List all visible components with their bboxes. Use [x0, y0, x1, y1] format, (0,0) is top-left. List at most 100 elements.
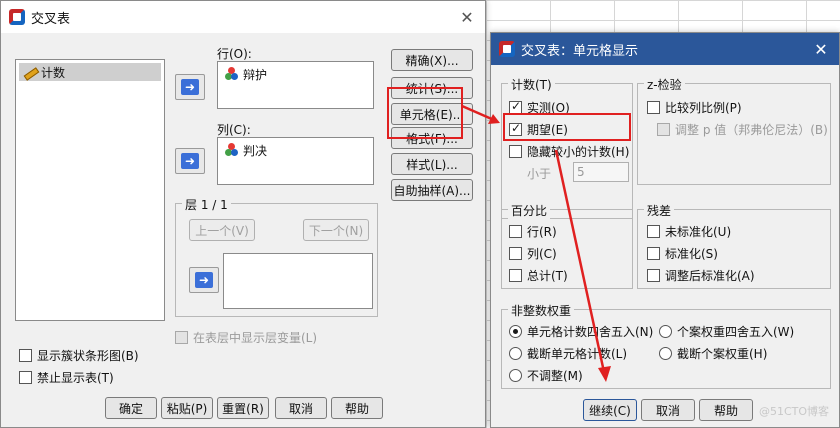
residuals-title: 残差	[644, 202, 675, 219]
expected-highlight	[503, 113, 631, 141]
column-variable-list[interactable]: 判决	[217, 137, 374, 185]
unstandardized-option[interactable]: 未标准化(U)	[647, 223, 731, 240]
suppress-tables-checkbox[interactable]	[19, 371, 32, 384]
cell-display-titlebar: 交叉表：单元格显示 ✕	[491, 33, 839, 65]
suppress-tables-option[interactable]: 禁止显示表(T)	[19, 369, 114, 386]
spss-app-icon	[499, 41, 515, 57]
source-variable-list[interactable]: 计数	[15, 59, 165, 321]
cell-display-dialog: 交叉表：单元格显示 ✕ 计数(T) 实测(O) 期望(E) 隐藏较小的计数(H)…	[490, 32, 840, 428]
move-to-row-button[interactable]: ➜	[175, 74, 205, 100]
round-cell-label: 单元格计数四舍五入(N)	[527, 325, 654, 339]
style-button[interactable]: 样式(L)...	[391, 153, 473, 175]
noninteger-weights-title: 非整数权重	[508, 302, 575, 319]
show-layer-vars-label: 在表层中显示层变量(L)	[193, 331, 318, 345]
row-variable-item[interactable]: 辩护	[221, 65, 370, 83]
truncate-cell-option[interactable]: 截断单元格计数(L)	[509, 345, 627, 362]
close-icon[interactable]: ✕	[811, 39, 831, 59]
less-than-input[interactable]: 5	[573, 162, 629, 182]
close-icon[interactable]: ✕	[457, 7, 477, 27]
adjusted-standardized-option[interactable]: 调整后标准化(A)	[647, 267, 755, 284]
row-percent-checkbox[interactable]	[509, 225, 522, 238]
percentages-title: 百分比	[508, 202, 551, 219]
cell-help-button[interactable]: 帮助	[699, 399, 753, 421]
exact-button[interactable]: 精确(X)...	[391, 49, 473, 71]
row-variable-list[interactable]: 辩护	[217, 61, 374, 109]
truncate-cell-radio[interactable]	[509, 347, 522, 360]
z-test-title: z-检验	[644, 76, 685, 93]
nominal-variable-icon	[225, 143, 239, 157]
cancel-button[interactable]: 取消	[275, 397, 327, 419]
column-percent-checkbox[interactable]	[509, 247, 522, 260]
continue-button[interactable]: 继续(C)	[583, 399, 637, 421]
truncate-case-radio[interactable]	[659, 347, 672, 360]
adjusted-standardized-checkbox[interactable]	[647, 269, 660, 282]
cell-dialog-title: 交叉表：单元格显示	[521, 43, 639, 59]
row-percent-label: 行(R)	[527, 225, 557, 239]
compare-columns-label: 比较列比例(P)	[665, 101, 742, 115]
column-variable-label: 判决	[243, 143, 268, 158]
no-adjust-option[interactable]: 不调整(M)	[509, 367, 583, 384]
unstandardized-checkbox[interactable]	[647, 225, 660, 238]
paste-button[interactable]: 粘贴(P)	[161, 397, 213, 419]
right-arrow-icon: ➜	[181, 79, 199, 95]
standardized-checkbox[interactable]	[647, 247, 660, 260]
column-variable-item[interactable]: 判决	[221, 141, 370, 159]
compare-columns-option[interactable]: 比较列比例(P)	[647, 99, 742, 116]
total-percent-option[interactable]: 总计(T)	[509, 267, 568, 284]
less-than-label: 小于	[527, 167, 552, 181]
layer-group-title: 层 1 / 1	[182, 196, 231, 213]
hide-small-checkbox[interactable]	[509, 145, 522, 158]
round-case-radio[interactable]	[659, 325, 672, 338]
unstandardized-label: 未标准化(U)	[665, 225, 732, 239]
crosstabs-dialog: 交叉表 ✕ 计数 行(O): ➜ 辩护 列(C): ➜ 判决 层 1 / 1 上…	[0, 0, 486, 428]
scale-variable-icon	[23, 65, 37, 79]
adjust-p-option[interactable]: 调整 p 值（邦弗伦尼法）(B)	[657, 121, 828, 138]
help-button[interactable]: 帮助	[331, 397, 383, 419]
move-to-column-button[interactable]: ➜	[175, 148, 205, 174]
reset-button[interactable]: 重置(R)	[217, 397, 269, 419]
truncate-case-option[interactable]: 截断个案权重(H)	[659, 345, 767, 362]
column-percent-option[interactable]: 列(C)	[509, 245, 557, 262]
ok-button[interactable]: 确定	[105, 397, 157, 419]
clustered-bar-option[interactable]: 显示簇状条形图(B)	[19, 347, 139, 364]
adjust-p-checkbox[interactable]	[657, 123, 670, 136]
adjusted-standardized-label: 调整后标准化(A)	[665, 269, 755, 283]
cell-cancel-button[interactable]: 取消	[641, 399, 695, 421]
truncate-case-label: 截断个案权重(H)	[677, 347, 768, 361]
right-arrow-icon: ➜	[181, 153, 199, 169]
next-layer-button[interactable]: 下一个(N)	[303, 219, 369, 241]
bootstrap-button[interactable]: 自助抽样(A)...	[391, 179, 473, 201]
round-case-option[interactable]: 个案权重四舍五入(W)	[659, 323, 794, 340]
total-percent-label: 总计(T)	[527, 269, 568, 283]
total-percent-checkbox[interactable]	[509, 269, 522, 282]
show-layer-vars-option[interactable]: 在表层中显示层变量(L)	[175, 329, 317, 346]
suppress-tables-label: 禁止显示表(T)	[37, 371, 114, 385]
standardized-option[interactable]: 标准化(S)	[647, 245, 718, 262]
counts-title: 计数(T)	[508, 76, 555, 93]
column-label: 列(C):	[217, 123, 251, 137]
compare-columns-checkbox[interactable]	[647, 101, 660, 114]
variable-label: 计数	[41, 65, 66, 80]
right-arrow-icon: ➜	[195, 272, 213, 288]
row-percent-option[interactable]: 行(R)	[509, 223, 557, 240]
adjust-p-label: 调整 p 值（邦弗伦尼法）(B)	[675, 123, 828, 137]
hide-small-option[interactable]: 隐藏较小的计数(H)	[509, 143, 629, 160]
variable-item[interactable]: 计数	[19, 63, 161, 81]
watermark: @51CTO博客	[759, 405, 830, 418]
round-cell-option[interactable]: 单元格计数四舍五入(N)	[509, 323, 653, 340]
nominal-variable-icon	[225, 67, 239, 81]
no-adjust-radio[interactable]	[509, 369, 522, 382]
spss-app-icon	[9, 9, 25, 25]
column-percent-label: 列(C)	[527, 247, 557, 261]
hide-small-label: 隐藏较小的计数(H)	[527, 145, 630, 159]
move-to-layer-button[interactable]: ➜	[189, 267, 219, 293]
truncate-cell-label: 截断单元格计数(L)	[527, 347, 628, 361]
clustered-bar-label: 显示簇状条形图(B)	[37, 349, 139, 363]
clustered-bar-checkbox[interactable]	[19, 349, 32, 362]
layer-variable-list[interactable]	[223, 253, 373, 309]
standardized-label: 标准化(S)	[665, 247, 718, 261]
show-layer-vars-checkbox[interactable]	[175, 331, 188, 344]
row-variable-label: 辩护	[243, 67, 268, 82]
previous-layer-button[interactable]: 上一个(V)	[189, 219, 255, 241]
round-cell-radio[interactable]	[509, 325, 522, 338]
